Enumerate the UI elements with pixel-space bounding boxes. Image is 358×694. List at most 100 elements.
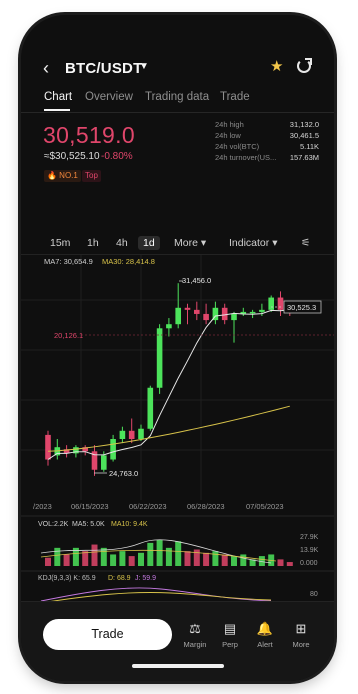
stats-panel: 24h high 31,132.0 24h low 30,461.5 24h vol… [215, 119, 319, 163]
volume-bar [193, 549, 200, 566]
vol-axis-label: 0.000 [300, 560, 318, 567]
vol-axis-label: 13.9K [300, 547, 319, 554]
x-tick-label: 06/22/2023 [129, 502, 167, 511]
nav-more[interactable]: ⊞ More [286, 621, 316, 649]
volume-bar [240, 554, 247, 566]
volume-bar [277, 559, 284, 566]
vol-axis-label: 27.9K [300, 534, 319, 541]
favorite-star-icon[interactable]: ★ [270, 57, 283, 75]
kdj-j-label: J: 59.9 [135, 575, 156, 582]
volume-bar [203, 552, 210, 566]
chart-area[interactable]: MA7: 30,654.9 MA30: 28,414.8 20,126.1 30,52… [21, 255, 334, 610]
phone-frame: ‹ BTC/USDT ▼ ★ Chart Overview Trading da… [21, 15, 334, 681]
candle-body [231, 313, 237, 321]
candle-body [268, 297, 274, 310]
candle-body [221, 307, 228, 321]
top-badge: Top [82, 170, 101, 182]
volume-bar [175, 541, 182, 566]
ma7-label: MA7: 30,654.9 [44, 257, 93, 266]
stat-value: 157.63M [289, 153, 319, 162]
candle-body [147, 387, 154, 429]
home-indicator[interactable] [132, 664, 224, 668]
kdj-j-line [40, 587, 272, 602]
candle-body [128, 430, 135, 439]
nav-label: Alert [257, 640, 273, 649]
volume-bar [138, 552, 144, 566]
tab-chart[interactable]: Chart [44, 91, 72, 103]
interval-bar: 15m 1h 4h 1d More ▾ Indicator ▾ ⚟ [21, 234, 334, 254]
active-tab-underline [44, 109, 70, 111]
candle-body [101, 455, 107, 470]
vol-ma10-label: MA10: 9.4K [111, 521, 148, 528]
candle-body [119, 430, 126, 439]
trade-button[interactable]: Trade [43, 619, 172, 650]
perp-icon: ▤ [223, 621, 237, 636]
candle-body [110, 439, 116, 460]
candle-body [156, 328, 163, 388]
header: ‹ BTC/USDT ▼ ★ [21, 55, 334, 81]
chart-settings-icon[interactable]: ⚟ [301, 237, 310, 249]
volume-bar [82, 551, 89, 566]
pair-title[interactable]: BTC/USDT [65, 60, 142, 77]
candle-body [277, 297, 284, 310]
volume-bar [156, 539, 163, 566]
stat-label: 24h turnover(US... [215, 153, 277, 162]
ma30-label: MA30: 28,414.8 [102, 257, 155, 266]
volume-bar [128, 556, 135, 566]
volume-bar [286, 562, 293, 566]
interval-4h[interactable]: 4h [116, 237, 128, 249]
nav-alert[interactable]: 🔔 Alert [250, 621, 280, 649]
tab-overview[interactable]: Overview [85, 91, 133, 103]
vol-ma5-label: MA5: 5.0K [72, 521, 105, 528]
candle-body [203, 313, 209, 321]
volume-bar [100, 547, 107, 566]
candle-body [184, 307, 191, 310]
alert-bell-icon: 🔔 [256, 621, 274, 636]
screen: ‹ BTC/USDT ▼ ★ Chart Overview Trading da… [21, 15, 334, 681]
chevron-down-icon[interactable]: ▼ [139, 61, 149, 72]
volume-bar [91, 544, 98, 566]
volume-bar [221, 554, 228, 566]
last-price-tag: 30,525.3 [287, 303, 316, 312]
volume-bar [63, 554, 70, 566]
tab-trade[interactable]: Trade [220, 91, 250, 103]
candle-body [259, 309, 265, 312]
usd-price: ≈$30,525.10 [44, 151, 100, 162]
candlestick-chart[interactable]: MA7: 30,654.9 MA30: 28,414.8 20,126.1 30,52… [21, 255, 334, 610]
nav-margin[interactable]: ⚖ Margin [180, 621, 210, 649]
interval-1h[interactable]: 1h [87, 237, 99, 249]
last-price: 30,519.0 [43, 122, 135, 148]
price-change: -0.80% [101, 151, 133, 162]
candle-body [175, 307, 181, 325]
nav-perp[interactable]: ▤ Perp [215, 621, 245, 649]
grid-more-icon: ⊞ [295, 621, 307, 636]
tab-trading-data[interactable]: Trading data [145, 91, 209, 103]
ma30-line [47, 405, 290, 452]
more-intervals-button[interactable]: More ▾ [174, 237, 206, 249]
kdj-k-label: KDJ(9,3,3) K: 65.9 [38, 575, 96, 582]
low-label: 24,763.0 [109, 469, 138, 478]
kdj-axis-label: 80 [310, 591, 318, 598]
vol-label: VOL:2.2K [38, 521, 69, 528]
x-tick-label: 06/28/2023 [187, 502, 225, 511]
volume-bar [54, 547, 61, 566]
nav-label: Margin [183, 640, 207, 649]
kdj-d-label: D: 68.9 [108, 575, 131, 582]
stat-label: 24h low [215, 131, 241, 140]
back-arrow-icon[interactable]: ‹ [43, 59, 59, 77]
volume-bar [231, 556, 237, 566]
interval-15m[interactable]: 15m [50, 237, 70, 249]
volume-bar [184, 551, 191, 566]
interval-1d[interactable]: 1d [138, 236, 160, 250]
indicator-button[interactable]: Indicator ▾ [229, 237, 277, 249]
candle-body [249, 311, 256, 314]
more-label: More [174, 237, 198, 249]
refresh-icon[interactable] [297, 58, 312, 73]
volume-bar [147, 542, 154, 566]
stat-value: 30,461.5 [289, 131, 319, 140]
nav-label: Perp [222, 640, 238, 649]
candle-body [194, 309, 200, 314]
indicator-label: Indicator [229, 237, 270, 249]
x-tick-label: 07/05/2023 [246, 502, 284, 511]
volume-bar [45, 557, 51, 566]
